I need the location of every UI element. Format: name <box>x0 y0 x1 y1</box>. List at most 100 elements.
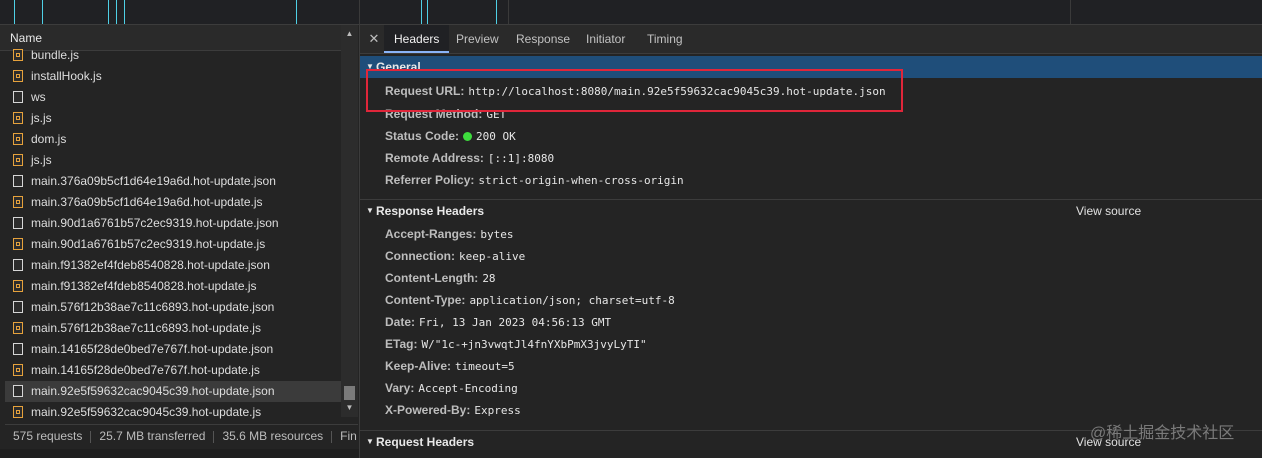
timeline-tick <box>108 0 109 24</box>
header-value: Express <box>474 404 521 417</box>
request-name: js.js <box>31 153 52 167</box>
request-row[interactable]: main.576f12b38ae7c11c6893.hot-update.js <box>5 318 341 339</box>
script-file-icon <box>13 133 23 145</box>
scrollbar-thumb[interactable] <box>344 386 355 400</box>
timeline-gridline <box>359 0 360 24</box>
section-title: Request Headers <box>376 435 475 449</box>
header-value: application/json; charset=utf-8 <box>469 294 675 307</box>
request-row[interactable]: js.js <box>5 108 341 129</box>
request-name: main.576f12b38ae7c11c6893.hot-update.jso… <box>31 300 275 314</box>
timeline-gridline <box>1070 0 1071 24</box>
transferred-size: 25.7 MB transferred <box>99 429 206 443</box>
tab-response[interactable]: Response <box>506 25 580 53</box>
header-key: Accept-Ranges: <box>385 227 477 241</box>
timeline-tick <box>496 0 497 24</box>
close-icon[interactable]: ✕ <box>366 25 382 53</box>
collapse-triangle-icon: ▼ <box>366 206 374 215</box>
status-code-row: Status Code: 200 OK <box>385 125 516 147</box>
timeline-gridline <box>508 0 509 24</box>
finish-time: Fin <box>340 429 357 443</box>
script-file-icon <box>13 49 23 61</box>
tab-headers[interactable]: Headers <box>384 25 450 53</box>
request-row[interactable]: main.576f12b38ae7c11c6893.hot-update.jso… <box>5 297 341 318</box>
response-headers-section-header[interactable]: ▼ Response Headers View source <box>360 199 1262 222</box>
collapse-triangle-icon: ▼ <box>366 437 374 446</box>
request-row[interactable]: main.92e5f59632cac9045c39.hot-update.js <box>5 402 341 422</box>
document-file-icon <box>13 385 23 397</box>
tab-initiator[interactable]: Initiator <box>576 25 635 53</box>
document-file-icon <box>13 175 23 187</box>
request-name: main.14165f28de0bed7e767f.hot-update.jso… <box>31 342 274 356</box>
tab-timing[interactable]: Timing <box>637 25 693 53</box>
request-row[interactable]: main.90d1a6761b57c2ec9319.hot-update.jso… <box>5 213 341 234</box>
header-value: 28 <box>482 272 496 285</box>
header-value: keep-alive <box>459 250 526 263</box>
header-key: X-Powered-By: <box>385 403 471 417</box>
request-name: main.92e5f59632cac9045c39.hot-update.jso… <box>31 384 275 398</box>
request-name: main.90d1a6761b57c2ec9319.hot-update.js <box>31 237 266 251</box>
request-row[interactable]: main.f91382ef4fdeb8540828.hot-update.js <box>5 276 341 297</box>
request-row[interactable]: main.92e5f59632cac9045c39.hot-update.jso… <box>5 381 341 402</box>
request-name: main.f91382ef4fdeb8540828.hot-update.jso… <box>31 258 270 272</box>
timeline-tick <box>427 0 428 24</box>
request-row[interactable]: main.376a09b5cf1d64e19a6d.hot-update.js <box>5 192 341 213</box>
view-source-link[interactable]: View source <box>1076 200 1141 222</box>
request-name: bundle.js <box>31 48 80 62</box>
request-name: dom.js <box>31 132 67 146</box>
request-row[interactable]: js.js <box>5 150 341 171</box>
request-name: ws <box>31 90 46 104</box>
network-summary-bar: 575 requests 25.7 MB transferred 35.6 MB r… <box>5 424 358 447</box>
script-file-icon <box>13 112 23 124</box>
request-row[interactable]: main.90d1a6761b57c2ec9319.hot-update.js <box>5 234 341 255</box>
request-name: js.js <box>31 111 52 125</box>
request-details-panel: ✕ Headers Preview Response Initiator Tim… <box>360 25 1262 458</box>
timeline-tick <box>296 0 297 24</box>
script-file-icon <box>13 238 23 250</box>
header-key: Referrer Policy: <box>385 173 475 187</box>
script-file-icon <box>13 196 23 208</box>
header-value: strict-origin-when-cross-origin <box>478 174 684 187</box>
request-row[interactable]: installHook.js <box>5 66 341 87</box>
request-name: main.376a09b5cf1d64e19a6d.hot-update.js <box>31 195 263 209</box>
request-row[interactable]: main.f91382ef4fdeb8540828.hot-update.jso… <box>5 255 341 276</box>
request-row[interactable]: main.376a09b5cf1d64e19a6d.hot-update.jso… <box>5 171 341 192</box>
header-key: ETag: <box>385 337 418 351</box>
network-timeline-overview[interactable] <box>0 0 1262 25</box>
scroll-up-arrow-icon[interactable]: ▲ <box>341 27 358 41</box>
document-file-icon <box>13 91 23 103</box>
request-name: main.14165f28de0bed7e767f.hot-update.js <box>31 363 260 377</box>
header-key: Keep-Alive: <box>385 359 452 373</box>
scroll-down-arrow-icon[interactable]: ▼ <box>341 401 358 415</box>
request-name: main.376a09b5cf1d64e19a6d.hot-update.jso… <box>31 174 276 188</box>
request-name: main.90d1a6761b57c2ec9319.hot-update.jso… <box>31 216 279 230</box>
request-row[interactable]: dom.js <box>5 129 341 150</box>
header-value: Fri, 13 Jan 2023 04:56:13 GMT <box>419 316 612 329</box>
document-file-icon <box>13 301 23 313</box>
script-file-icon <box>13 280 23 292</box>
header-value: [::1]:8080 <box>487 152 555 165</box>
document-file-icon <box>13 259 23 271</box>
header-value: W/"1c-+jn3vwqtJl4fnYXbPmX3jvyLyTI" <box>421 338 647 351</box>
request-row[interactable]: main.14165f28de0bed7e767f.hot-update.jso… <box>5 339 341 360</box>
annotation-highlight-box <box>366 69 903 112</box>
response-header-row: Keep-Alive: timeout=5 <box>385 355 515 377</box>
script-file-icon <box>13 406 23 418</box>
section-title: Response Headers <box>376 204 485 218</box>
request-row[interactable]: ws <box>5 87 341 108</box>
tab-preview[interactable]: Preview <box>446 25 509 53</box>
request-row[interactable]: bundle.js <box>5 45 341 66</box>
header-value: bytes <box>480 228 514 241</box>
response-header-row: Date: Fri, 13 Jan 2023 04:56:13 GMT <box>385 311 611 333</box>
response-header-row: ETag: W/"1c-+jn3vwqtJl4fnYXbPmX3jvyLyTI" <box>385 333 647 355</box>
header-key: Vary: <box>385 381 415 395</box>
watermark: @稀土掘金技术社区 <box>1090 425 1235 442</box>
response-header-row: Connection: keep-alive <box>385 245 525 267</box>
header-key: Content-Length: <box>385 271 479 285</box>
request-list-scrollbar[interactable]: ▲ ▼ <box>341 25 358 417</box>
timeline-tick <box>116 0 117 24</box>
response-header-row: Content-Length: 28 <box>385 267 496 289</box>
response-header-row: Content-Type: application/json; charset=u… <box>385 289 675 311</box>
remote-address-row: Remote Address: [::1]:8080 <box>385 147 554 169</box>
request-name: main.f91382ef4fdeb8540828.hot-update.js <box>31 279 257 293</box>
request-row[interactable]: main.14165f28de0bed7e767f.hot-update.js <box>5 360 341 381</box>
